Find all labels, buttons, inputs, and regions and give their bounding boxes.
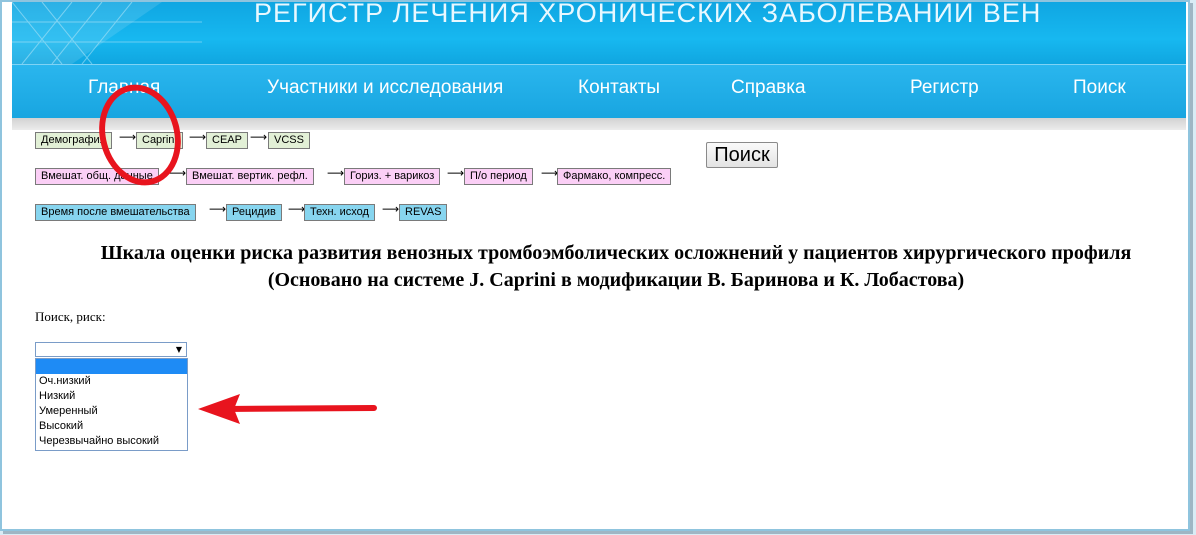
step-intervention-general[interactable]: Вмешат. общ. данные [35, 168, 159, 185]
nav-item-search[interactable]: Поиск [1073, 77, 1126, 99]
risk-option-moderate[interactable]: Умеренный [36, 404, 187, 419]
step-intervention-vertical-reflux[interactable]: Вмешат. вертик. рефл. [186, 168, 314, 185]
step-arrow-icon: ⟶ [541, 166, 559, 180]
risk-option-high[interactable]: Высокий [36, 419, 187, 434]
step-arrow-icon: ⟶ [250, 130, 268, 144]
banner-title: РЕГИСТР ЛЕЧЕНИЯ ХРОНИЧЕСКИХ ЗАБОЛЕВАНИЙ … [254, 2, 1042, 28]
risk-search-label: Поиск, риск: [35, 309, 106, 324]
step-arrow-icon: ⟶ [169, 166, 187, 180]
nav-item-participants[interactable]: Участники и исследования [267, 77, 503, 99]
step-arrow-icon: ⟶ [288, 202, 306, 216]
site-banner: РЕГИСТР ЛЕЧЕНИЯ ХРОНИЧЕСКИХ ЗАБОЛЕВАНИЙ … [12, 2, 1186, 64]
risk-option-empty[interactable] [36, 359, 187, 374]
risk-select[interactable]: ▼ [35, 342, 187, 357]
step-arrow-icon: ⟶ [382, 202, 400, 216]
risk-option-low[interactable]: Низкий [36, 389, 187, 404]
step-arrow-icon: ⟶ [209, 202, 227, 216]
nav-item-registry[interactable]: Регистр [910, 77, 979, 99]
nav-underbar [12, 118, 1186, 130]
red-arrow-icon [198, 394, 377, 424]
nav-item-help[interactable]: Справка [731, 77, 806, 99]
main-nav: Главная Участники и исследования Контакт… [12, 64, 1186, 119]
step-arrow-icon: ⟶ [447, 166, 465, 180]
step-ceap[interactable]: CEAP [206, 132, 248, 149]
search-button[interactable]: Поиск [706, 142, 778, 168]
page-title: Шкала оценки риска развития венозных тро… [36, 240, 1188, 294]
step-recurrence[interactable]: Рецидив [226, 204, 282, 221]
page-title-line1: Шкала оценки риска развития венозных тро… [100, 242, 1132, 264]
nav-item-home[interactable]: Главная [88, 77, 160, 99]
step-arrow-icon: ⟶ [189, 130, 207, 144]
risk-dropdown-list: Оч.низкий Низкий Умеренный Высокий Через… [35, 358, 188, 451]
step-caprini[interactable]: Caprini [136, 132, 183, 149]
step-arrow-icon: ⟶ [327, 166, 345, 180]
step-revas[interactable]: REVAS [399, 204, 448, 221]
nav-item-contacts[interactable]: Контакты [578, 77, 660, 99]
step-time-after-intervention[interactable]: Время после вмешательства [35, 204, 196, 221]
banner-decoration-icon [12, 2, 202, 64]
step-horizontal-varicose[interactable]: Гориз. + варикоз [344, 168, 441, 185]
risk-option-very-low[interactable]: Оч.низкий [36, 374, 187, 389]
risk-option-extremely-high[interactable]: Черезвычайно высокий [36, 434, 187, 449]
step-arrow-icon: ⟶ [119, 130, 137, 144]
dropdown-arrow-icon: ▼ [175, 345, 182, 354]
page-frame: РЕГИСТР ЛЕЧЕНИЯ ХРОНИЧЕСКИХ ЗАБОЛЕВАНИЙ … [0, 0, 1190, 531]
step-technical-outcome[interactable]: Техн. исход [304, 204, 375, 221]
page-title-line2: (Основано на системе J. Caprini в модифи… [267, 269, 965, 291]
step-pharmaco-compression[interactable]: Фармако, компресс. [557, 168, 672, 185]
step-postop-period[interactable]: П/о период [464, 168, 533, 185]
step-demography[interactable]: Демография [35, 132, 112, 149]
step-vcss[interactable]: VCSS [268, 132, 310, 149]
